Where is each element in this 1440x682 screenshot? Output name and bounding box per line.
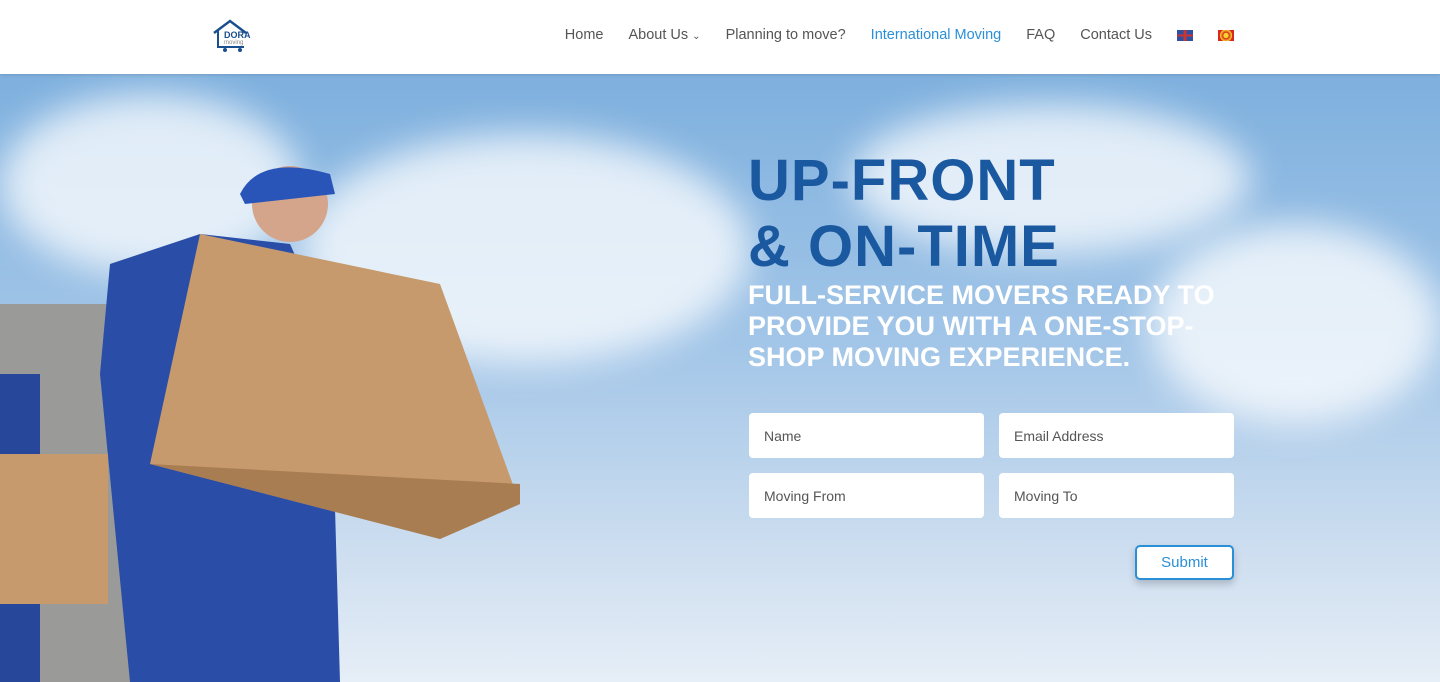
nav-home[interactable]: Home bbox=[565, 27, 604, 43]
svg-text:moving: moving bbox=[224, 40, 243, 46]
site-header: DORA moving Home About Us ⌄ Planning to … bbox=[0, 0, 1440, 74]
nav-faq[interactable]: FAQ bbox=[1026, 27, 1055, 43]
hero-section: UP-FRONT & ON-TIME FULL-SERVICE MOVERS R… bbox=[0, 74, 1440, 682]
english-flag-icon[interactable] bbox=[1177, 29, 1193, 41]
nav-planning[interactable]: Planning to move? bbox=[726, 27, 846, 43]
hero-title-line2: & ON-TIME bbox=[748, 214, 1060, 279]
hero-subtitle: FULL-SERVICE MOVERS READY TO PROVIDE YOU… bbox=[748, 280, 1215, 372]
email-input[interactable] bbox=[999, 413, 1234, 458]
movers-photo bbox=[0, 166, 520, 682]
moving-to-input[interactable] bbox=[999, 473, 1234, 518]
svg-text:DORA: DORA bbox=[224, 30, 251, 40]
hero-title: UP-FRONT & ON-TIME bbox=[748, 148, 1060, 280]
dora-moving-logo[interactable]: DORA moving bbox=[212, 19, 252, 53]
submit-button[interactable]: Submit bbox=[1135, 545, 1234, 580]
macedonian-flag-icon[interactable] bbox=[1218, 29, 1234, 41]
nav-contact-us[interactable]: Contact Us bbox=[1080, 27, 1152, 43]
main-nav: Home About Us ⌄ Planning to move? Intern… bbox=[565, 27, 1234, 43]
name-input[interactable] bbox=[749, 413, 984, 458]
hero-title-line1: UP-FRONT bbox=[748, 148, 1056, 213]
nav-about-label: About Us bbox=[628, 27, 689, 43]
nav-about-us[interactable]: About Us ⌄ bbox=[628, 27, 700, 43]
nav-international-moving[interactable]: International Moving bbox=[871, 27, 1002, 43]
moving-from-input[interactable] bbox=[749, 473, 984, 518]
chevron-down-icon: ⌄ bbox=[692, 31, 701, 42]
